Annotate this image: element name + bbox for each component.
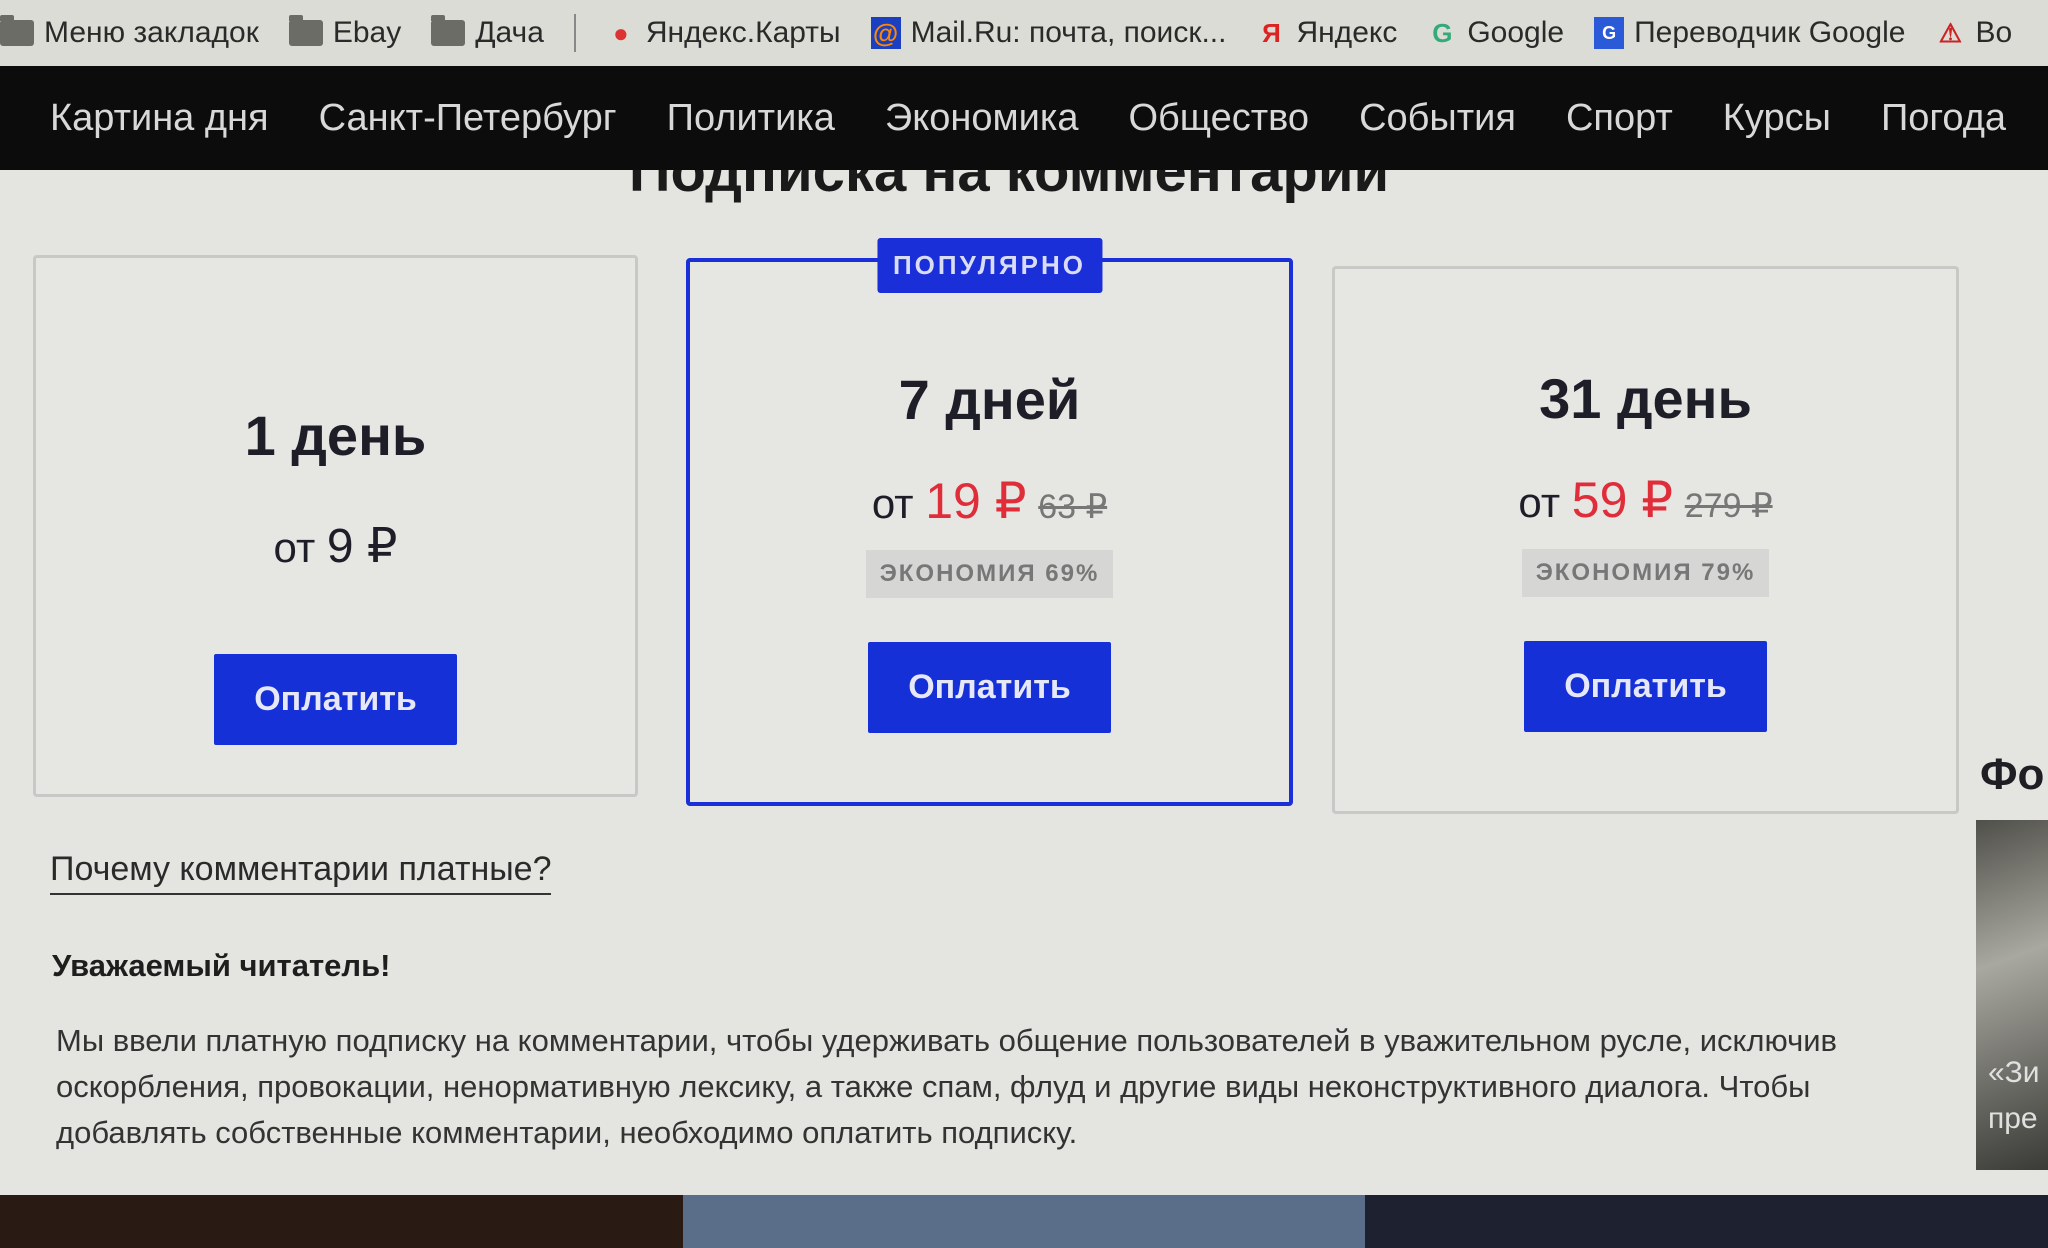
bookmark-dacha[interactable]: Дача — [431, 15, 544, 50]
bookmark-label: Яндекс — [1296, 16, 1398, 49]
plan-price: от 9 ₽ — [36, 518, 635, 574]
pay-button[interactable]: Оплатить — [868, 642, 1111, 733]
bookmark-separator — [573, 14, 576, 52]
plan-duration: 7 дней — [898, 368, 1081, 431]
nav-item-kursy[interactable]: Курсы — [1723, 97, 1831, 140]
pay-button[interactable]: Оплатить — [214, 654, 457, 745]
pay-button[interactable]: Оплатить — [1524, 641, 1767, 732]
explanation-text: Мы ввели платную подписку на комментарии… — [56, 1023, 1838, 1150]
warning-icon: ⚠ — [1938, 17, 1963, 48]
old-price: 63 ₽ — [1038, 488, 1108, 526]
nav-item-spb[interactable]: Санкт-Петербург — [319, 97, 617, 140]
translate-icon: G — [1594, 17, 1625, 49]
folder-icon — [431, 15, 466, 46]
sidebar-title: Фо — [1980, 750, 2045, 799]
yandex-icon: Я — [1262, 17, 1281, 48]
price-prefix: от — [273, 524, 316, 571]
folder-icon — [288, 15, 323, 46]
bookmark-yandex-maps[interactable]: ● Яндекс.Карты — [606, 16, 841, 50]
map-pin-icon: ● — [613, 17, 629, 48]
plan-duration: 1 день — [244, 404, 427, 467]
nav-item-sport[interactable]: Спорт — [1566, 97, 1673, 140]
price-value: 19 ₽ — [925, 473, 1027, 529]
price-value: 59 ₽ — [1571, 472, 1674, 528]
google-icon: G — [1432, 17, 1453, 48]
bookmark-translate[interactable]: G Переводчик Google — [1594, 16, 1905, 50]
plan-card-1-day: 1 день от 9 ₽ Оплатить — [33, 255, 638, 797]
bookmark-label: Во — [1975, 16, 2013, 49]
bookmark-label: Переводчик Google — [1634, 16, 1906, 49]
saving-badge: ЭКОНОМИЯ 79% — [1521, 549, 1770, 597]
nav-item-sobytiya[interactable]: События — [1359, 97, 1516, 140]
price-prefix: от — [1518, 479, 1561, 526]
bookmark-label: Ebay — [332, 16, 402, 49]
price-prefix: от — [871, 480, 914, 527]
bookmark-label: Дача — [475, 16, 544, 49]
sidebar-caption: «Зи — [1988, 1056, 2040, 1089]
bookmark-label: Яндекс.Карты — [645, 16, 841, 49]
sidebar-caption: пре — [1988, 1102, 2038, 1135]
bookmark-label: Mail.Ru: почта, поиск... — [910, 16, 1227, 49]
plan-card-31-days: 31 день от 59 ₽ 279 ₽ ЭКОНОМИЯ 79% Оплат… — [1332, 266, 1959, 814]
article-image[interactable] — [1365, 1195, 2048, 1248]
mailru-icon: @ — [870, 17, 901, 49]
bottom-article-images — [0, 1195, 2048, 1248]
plan-price: от 19 ₽ 63 ₽ — [690, 472, 1289, 530]
sidebar-photo[interactable]: «Зи пре — [1976, 820, 2048, 1170]
article-image[interactable] — [0, 1195, 683, 1248]
saving-badge: ЭКОНОМИЯ 69% — [865, 550, 1114, 598]
greeting-heading: Уважаемый читатель! — [52, 948, 391, 983]
plan-duration: 31 день — [1539, 367, 1752, 430]
nav-item-obshchestvo[interactable]: Общество — [1128, 97, 1309, 140]
bookmarks-bar: Меню закладок Ebay Дача ● Яндекс.Карты @ M… — [0, 0, 2048, 66]
bookmark-other[interactable]: ⚠ Во — [1935, 16, 2012, 50]
main-nav: Картина дня Санкт-Петербург Политика Эко… — [0, 66, 2048, 170]
nav-item-ekonomika[interactable]: Экономика — [885, 97, 1079, 140]
bookmark-google[interactable]: G Google — [1427, 16, 1564, 50]
bookmark-yandex[interactable]: Я Яндекс — [1256, 16, 1397, 50]
why-paid-link[interactable]: Почему комментарии платные? — [50, 850, 552, 895]
nav-item-kartina-dnya[interactable]: Картина дня — [50, 97, 269, 140]
bookmark-label: Меню закладок — [44, 16, 259, 49]
bookmark-ebay[interactable]: Ebay — [288, 15, 402, 50]
nav-item-pogoda[interactable]: Погода — [1881, 97, 2006, 140]
nav-item-politika[interactable]: Политика — [667, 97, 835, 140]
popular-badge: ПОПУЛЯРНО — [876, 238, 1103, 293]
folder-icon — [0, 15, 34, 46]
bookmark-mailru[interactable]: @ Mail.Ru: почта, поиск... — [870, 16, 1227, 50]
old-price: 279 ₽ — [1684, 487, 1773, 525]
bookmark-menu[interactable]: Меню закладок — [0, 15, 259, 50]
plan-card-7-days: ПОПУЛЯРНО 7 дней от 19 ₽ 63 ₽ ЭКОНОМИЯ 6… — [686, 238, 1293, 806]
bookmark-label: Google — [1467, 16, 1565, 49]
plan-price: от 59 ₽ 279 ₽ — [1335, 471, 1956, 529]
price-value: 9 ₽ — [326, 520, 398, 573]
article-image[interactable] — [682, 1195, 1366, 1248]
